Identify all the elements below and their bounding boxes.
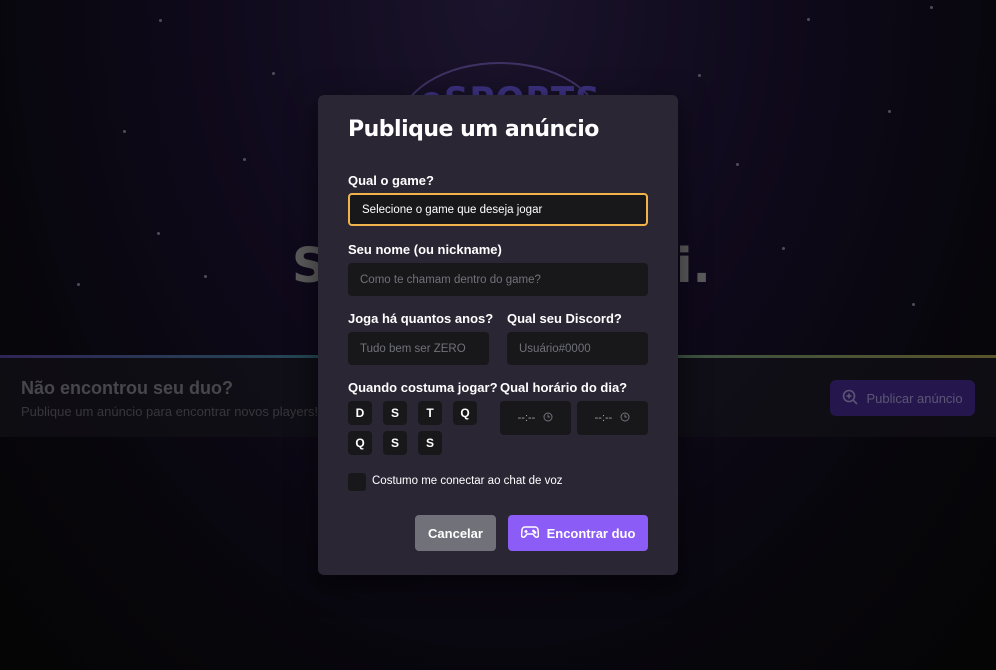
name-input-placeholder: Como te chamam dentro do game? <box>360 273 541 286</box>
name-label: Seu nome (ou nickname) <box>348 242 502 257</box>
voice-chat-label: Costumo me conectar ao chat de voz <box>372 475 563 487</box>
day-toggle-tuesday[interactable]: T <box>418 401 442 425</box>
end-time-value: --:-- <box>594 412 613 424</box>
discord-label: Qual seu Discord? <box>507 311 622 326</box>
years-label: Joga há quantos anos? <box>348 311 494 326</box>
clock-icon <box>620 412 630 425</box>
discord-input[interactable]: Usuário#0000 <box>507 332 648 365</box>
days-label: Quando costuma jogar? <box>348 380 498 395</box>
discord-input-placeholder: Usuário#0000 <box>519 342 591 355</box>
find-duo-label: Encontrar duo <box>546 525 636 541</box>
game-label: Qual o game? <box>348 173 434 188</box>
years-input[interactable]: Tudo bem ser ZERO <box>348 332 489 365</box>
game-controller-icon <box>520 525 539 542</box>
modal-title: Publique um anúncio <box>348 117 599 142</box>
day-toggle-saturday[interactable]: S <box>418 431 442 455</box>
start-time-input[interactable]: --:-- <box>500 401 571 435</box>
cancel-button[interactable]: Cancelar <box>415 515 496 551</box>
years-input-placeholder: Tudo bem ser ZERO <box>360 342 466 355</box>
voice-chat-checkbox[interactable] <box>348 473 366 491</box>
day-toggle-friday[interactable]: S <box>383 431 407 455</box>
game-select[interactable]: Selecione o game que deseja jogar <box>348 193 648 226</box>
day-toggle-monday[interactable]: S <box>383 401 407 425</box>
hours-label: Qual horário do dia? <box>500 380 628 395</box>
day-toggle-wednesday[interactable]: Q <box>453 401 477 425</box>
cancel-label: Cancelar <box>428 525 483 541</box>
end-time-input[interactable]: --:-- <box>577 401 648 435</box>
clock-icon <box>543 412 553 425</box>
name-input[interactable]: Como te chamam dentro do game? <box>348 263 648 296</box>
game-select-value: Selecione o game que deseja jogar <box>362 203 543 216</box>
create-ad-modal: Publique um anúncio Qual o game? Selecio… <box>318 95 678 575</box>
day-toggle-sunday[interactable]: D <box>348 401 372 425</box>
start-time-value: --:-- <box>517 412 536 424</box>
find-duo-button[interactable]: Encontrar duo <box>508 515 648 551</box>
day-toggle-thursday[interactable]: Q <box>348 431 372 455</box>
